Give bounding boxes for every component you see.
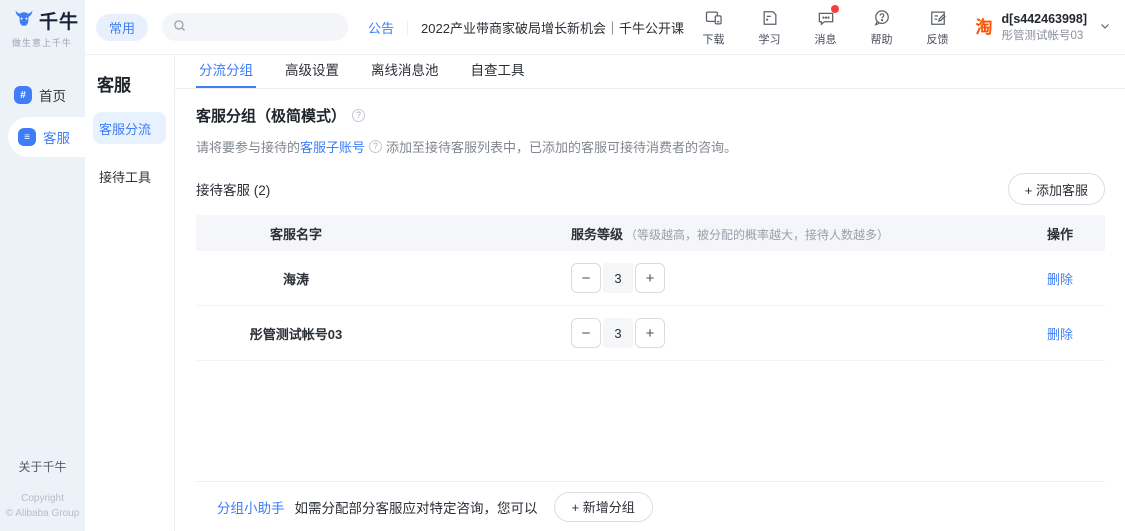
table-row: 彤管测试帐号03 − 3 + 删除 (196, 306, 1105, 361)
account-menu[interactable]: 淘 d[s442463998] 彤管测试帐号03 (976, 12, 1087, 43)
section-title: 客服分组（极简模式） (196, 105, 346, 126)
reception-count-label: 接待客服 (2) (196, 179, 270, 199)
feedback-icon (928, 8, 948, 28)
customer-service-icon: ≡ (18, 128, 36, 146)
title-help-icon[interactable] (352, 109, 365, 122)
section-description: 请将要参与接待的 客服子账号 添加至接待客服列表中，已添加的客服可接待消费者的咨… (196, 137, 1105, 156)
download-button[interactable]: 下载 (686, 8, 742, 47)
learn-button[interactable]: 学习 (742, 8, 798, 47)
increase-level-button[interactable]: + (635, 318, 665, 348)
header-service-level: 服务等级（等级越高，被分配的概率越大，接待人数越多） (396, 224, 1015, 243)
level-value[interactable]: 3 (603, 318, 633, 348)
search-input[interactable] (193, 20, 338, 34)
sidebar-item-label: 首页 (39, 85, 66, 105)
feedback-button[interactable]: 反馈 (910, 8, 966, 47)
routing-group-section: 客服分组（极简模式） 请将要参与接待的 客服子账号 添加至接待客服列表中，已添加… (175, 89, 1125, 531)
primary-sidebar: # 首页 ≡ 客服 关于千牛 Copyright © Alibaba Group (0, 55, 85, 531)
subaccount-help-icon[interactable] (369, 140, 382, 153)
about-qianniu-link[interactable]: 关于千牛 (0, 458, 85, 475)
unread-badge-dot (831, 5, 839, 13)
subnav-item-reception-tools[interactable]: 接待工具 (93, 160, 166, 192)
header-action: 操作 (1015, 224, 1105, 243)
add-agent-button[interactable]: + 添加客服 (1008, 173, 1105, 205)
messages-label: 消息 (815, 31, 837, 47)
download-icon (704, 8, 724, 28)
table-row: 海涛 − 3 + 删除 (196, 251, 1105, 306)
agent-name: 海涛 (196, 269, 396, 288)
search-box[interactable] (162, 13, 348, 41)
group-assistant-text: 如需分配部分客服应对特定咨询，您可以 (295, 497, 538, 517)
search-icon (172, 18, 187, 36)
decrease-level-button[interactable]: − (571, 318, 601, 348)
topbar-actions: 下载 学习 消息 帮助 反馈 (686, 8, 966, 47)
qianniu-bull-icon (12, 7, 36, 34)
main-content: 分流分组 高级设置 离线消息池 自查工具 客服分组（极简模式） 请将要参与接待的… (175, 55, 1125, 531)
sidebar-item-label: 客服 (43, 127, 70, 147)
subnav-item-routing[interactable]: 客服分流 (93, 112, 166, 144)
messages-button[interactable]: 消息 (798, 8, 854, 47)
announcement-text[interactable]: 2022产业带商家破局增长新机会｜千牛公开课 (421, 18, 684, 37)
announcement-bar: 公告 ｜ 2022产业带商家破局增长新机会｜千牛公开课 (368, 18, 684, 37)
home-icon: # (14, 86, 32, 104)
tab-self-check-tools[interactable]: 自查工具 (468, 55, 528, 88)
app-tagline: 做生意上千牛 (12, 36, 85, 49)
increase-level-button[interactable]: + (635, 263, 665, 293)
service-level-note: （等级越高，被分配的概率越大，接待人数越多） (625, 228, 889, 242)
sidebar-item-home[interactable]: # 首页 (0, 75, 85, 115)
service-level-stepper: − 3 + (571, 318, 665, 348)
table-header: 客服名字 服务等级（等级越高，被分配的概率越大，接待人数越多） 操作 (196, 215, 1105, 251)
chevron-down-icon[interactable] (1099, 20, 1111, 35)
delete-link[interactable]: 删除 (1047, 327, 1073, 342)
app-logo: 千牛 做生意上千牛 (0, 0, 85, 55)
service-level-stepper: − 3 + (571, 263, 665, 293)
tab-offline-message-pool[interactable]: 离线消息池 (368, 55, 442, 88)
announcement-separator: ｜ (401, 18, 414, 37)
level-value[interactable]: 3 (603, 263, 633, 293)
feedback-label: 反馈 (927, 31, 949, 47)
header-agent-name: 客服名字 (196, 224, 396, 243)
tab-routing-groups[interactable]: 分流分组 (196, 55, 256, 88)
sidebar-item-customer-service[interactable]: ≡ 客服 (8, 117, 85, 157)
secondary-sidebar: 客服 客服分流 接待工具 (85, 55, 175, 531)
download-label: 下载 (703, 31, 725, 47)
description-text: 添加至接待客服列表中，已添加的客服可接待消费者的咨询。 (386, 137, 737, 156)
help-label: 帮助 (871, 31, 893, 47)
account-name: 彤管测试帐号03 (1002, 27, 1087, 43)
group-assistant-footer: 分组小助手 如需分配部分客服应对特定咨询，您可以 + 新增分组 (196, 481, 1105, 531)
delete-link[interactable]: 删除 (1047, 272, 1073, 287)
agent-name: 彤管测试帐号03 (196, 324, 396, 343)
app-title: 千牛 (39, 7, 79, 34)
learn-label: 学习 (759, 31, 781, 47)
add-group-button[interactable]: + 新增分组 (554, 492, 653, 522)
tab-bar: 分流分组 高级设置 离线消息池 自查工具 (175, 55, 1125, 89)
decrease-level-button[interactable]: − (571, 263, 601, 293)
subaccount-link[interactable]: 客服子账号 (300, 137, 365, 156)
top-bar: 千牛 做生意上千牛 常用 公告 ｜ 2022产业带商家破局增长新机会｜千牛公开课… (0, 0, 1125, 55)
quick-access-button[interactable]: 常用 (96, 14, 148, 41)
help-button[interactable]: 帮助 (854, 8, 910, 47)
help-icon (872, 8, 892, 28)
account-id: d[s442463998] (1002, 12, 1087, 26)
copyright-text: Copyright © Alibaba Group (0, 491, 85, 521)
tab-advanced-settings[interactable]: 高级设置 (282, 55, 342, 88)
agent-table: 客服名字 服务等级（等级越高，被分配的概率越大，接待人数越多） 操作 海涛 − … (196, 215, 1105, 361)
subnav-title: 客服 (97, 71, 166, 96)
learn-icon (760, 8, 780, 28)
description-text: 请将要参与接待的 (196, 137, 300, 156)
announcement-label: 公告 (368, 18, 394, 37)
group-assistant-label: 分组小助手 (217, 497, 285, 517)
taobao-icon: 淘 (976, 19, 993, 36)
